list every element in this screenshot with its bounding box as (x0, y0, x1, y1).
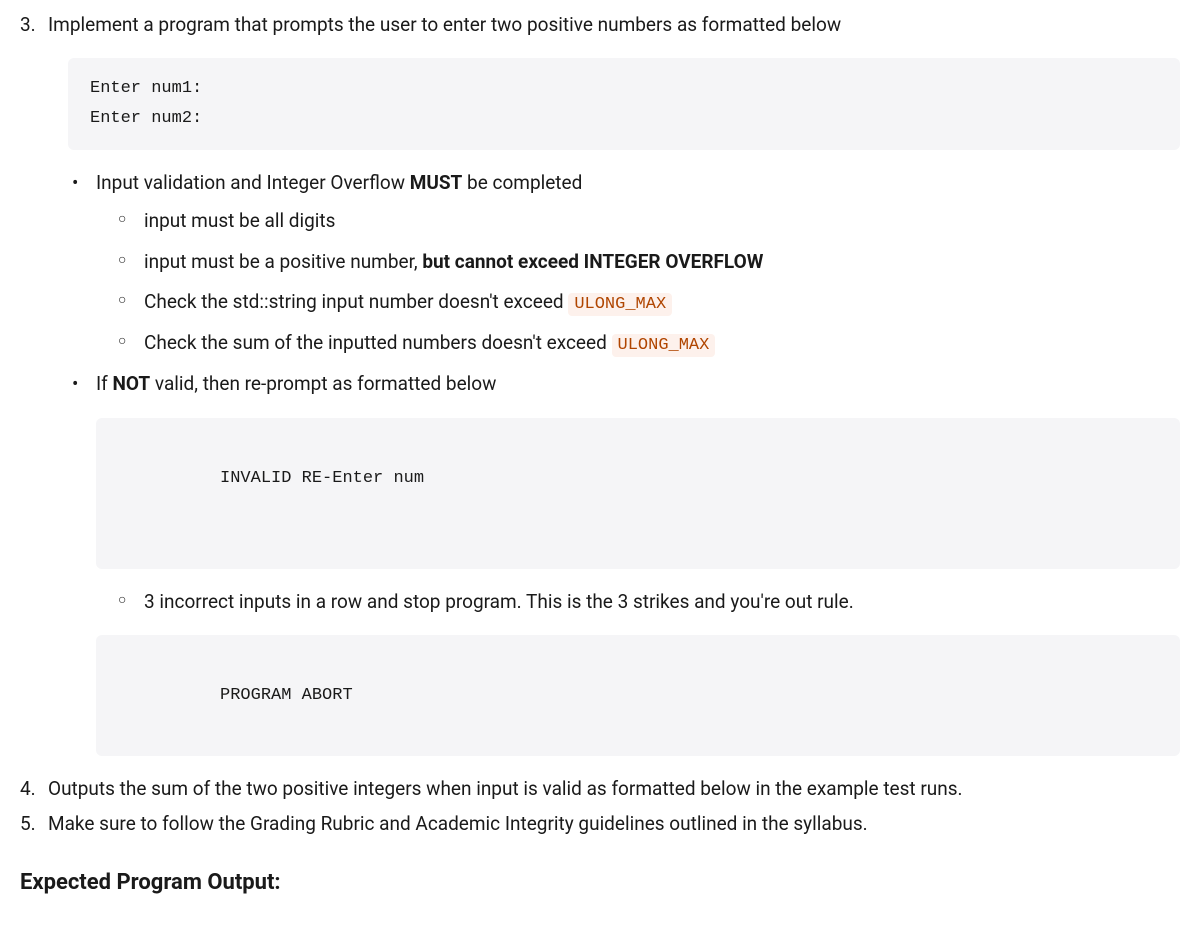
list-item-4: 4. Outputs the sum of the two positive i… (20, 774, 1180, 804)
bullet-list: Input validation and Integer Overflow MU… (48, 168, 1180, 757)
text-fragment: be completed (462, 171, 582, 194)
item-text: Make sure to follow the Grading Rubric a… (48, 812, 868, 835)
inline-code-ulong-max: ULONG_MAX (612, 334, 716, 357)
text-fragment: input must be all digits (144, 209, 335, 232)
code-block-abort: PROGRAM ABORT (96, 635, 1180, 756)
bold-text: MUST (410, 171, 463, 194)
inline-code-ulong-max: ULONG_MAX (568, 293, 672, 316)
list-item-5: 5. Make sure to follow the Grading Rubri… (20, 809, 1180, 839)
sub-item: Check the std::string input number doesn… (120, 287, 1180, 318)
bold-text: but cannot exceed INTEGER OVERFLOW (422, 250, 763, 273)
circle-list: 3 incorrect inputs in a row and stop pro… (96, 587, 1180, 617)
item-text: Outputs the sum of the two positive inte… (48, 777, 963, 800)
code-block-prompt: Enter num1: Enter num2: (68, 58, 1180, 150)
item-number: 3. (20, 10, 36, 40)
sub-item: 3 incorrect inputs in a row and stop pro… (120, 587, 1180, 617)
code-text: PROGRAM ABORT (220, 686, 353, 705)
text-fragment: If (96, 372, 113, 395)
code-block-invalid: INVALID RE-Enter num (96, 418, 1180, 569)
code-text: INVALID RE-Enter num (220, 469, 424, 488)
circle-list: input must be all digits input must be a… (96, 206, 1180, 359)
item-number: 4. (20, 774, 36, 804)
sub-item: input must be all digits (120, 206, 1180, 236)
text-fragment: Input validation and Integer Overflow (96, 171, 410, 194)
text-fragment: input must be a positive number, (144, 250, 422, 273)
bullet-reprompt: If NOT valid, then re-prompt as formatte… (72, 369, 1180, 756)
text-fragment: valid, then re-prompt as formatted below (150, 372, 496, 395)
text-fragment: Check the sum of the inputted numbers do… (144, 331, 612, 354)
sub-item: Check the sum of the inputted numbers do… (120, 328, 1180, 359)
copy-icon[interactable] (1144, 432, 1164, 452)
bullet-validation: Input validation and Integer Overflow MU… (72, 168, 1180, 360)
expected-output-heading: Expected Program Output: (20, 865, 1180, 900)
list-item-3: 3. Implement a program that prompts the … (20, 10, 1180, 756)
instruction-list: 3. Implement a program that prompts the … (20, 10, 1180, 839)
bold-text: NOT (113, 372, 151, 395)
text-fragment: Check the std::string input number doesn… (144, 290, 568, 313)
text-fragment: 3 incorrect inputs in a row and stop pro… (144, 590, 854, 613)
sub-item: input must be a positive number, but can… (120, 247, 1180, 277)
item-text: Implement a program that prompts the use… (48, 13, 841, 36)
item-number: 5. (20, 809, 36, 839)
